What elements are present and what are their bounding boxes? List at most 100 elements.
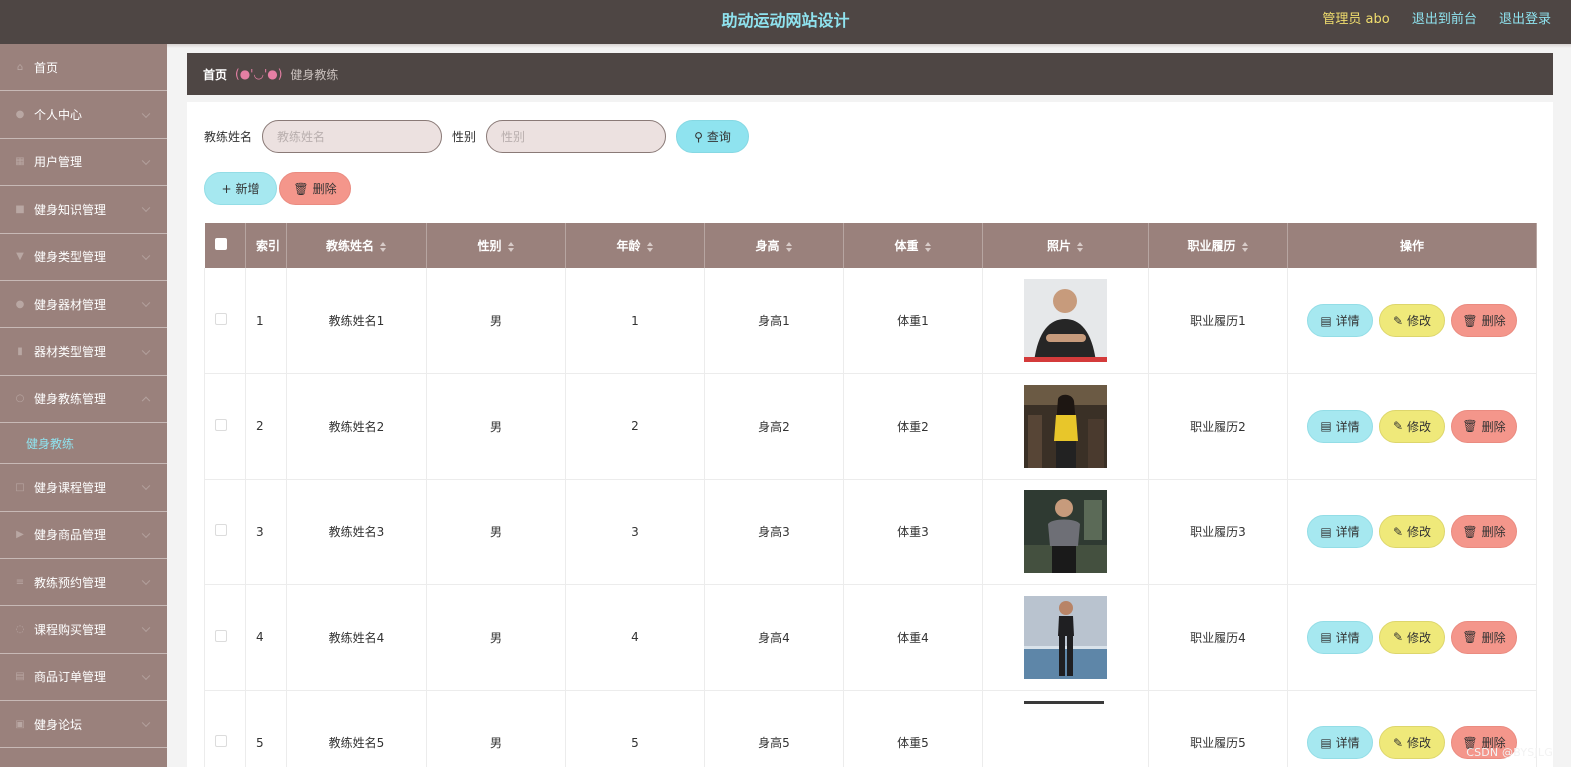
cell-career: 职业履历4 [1148, 584, 1288, 691]
header-index: 索引 [245, 223, 287, 268]
sidebar-item-home[interactable]: ⌂ 首页 [0, 44, 167, 92]
query-button[interactable]: ⚲ 查询 [676, 120, 750, 153]
row-checkbox[interactable] [215, 418, 227, 431]
header-gender[interactable]: 性别 [426, 223, 566, 268]
document-icon: ▤ [1320, 524, 1332, 539]
select-all-cell [204, 223, 246, 268]
row-checkbox[interactable] [215, 629, 227, 642]
header-weight[interactable]: 体重 [843, 223, 983, 268]
header-career[interactable]: 职业履历 [1148, 223, 1288, 268]
row-checkbox[interactable] [215, 524, 227, 537]
coach-photo[interactable] [1024, 384, 1107, 468]
row-checkbox[interactable] [215, 735, 227, 748]
header-height[interactable]: 身高 [704, 223, 844, 268]
sidebar-item-profile[interactable]: ● 个人中心 [0, 91, 167, 139]
cell-career: 职业履历3 [1148, 479, 1288, 585]
logout-link[interactable]: 退出登录 [1499, 12, 1551, 27]
select-all-checkbox[interactable] [214, 238, 227, 250]
chevron-down-icon [141, 529, 151, 538]
sidebar-item-label: 商品订单管理 [34, 670, 107, 685]
sort-icon[interactable] [646, 241, 654, 252]
back-to-front-link[interactable]: 退出到前台 [1412, 12, 1477, 27]
name-label: 教练姓名 [204, 130, 253, 144]
trash-icon: 🗑 [293, 181, 309, 196]
sort-icon[interactable] [785, 241, 793, 252]
detail-button[interactable]: ▤ 详情 [1307, 304, 1373, 337]
cell-age: 1 [565, 268, 705, 374]
gender-input[interactable] [486, 120, 667, 153]
coach-photo[interactable] [1024, 595, 1107, 679]
sidebar-item-coaches[interactable]: ○ 健身教练管理 [0, 376, 167, 424]
row-select-cell [204, 479, 246, 585]
sidebar-subitem-coach[interactable]: 健身教练 [0, 423, 167, 465]
header-photo[interactable]: 照片 [982, 223, 1149, 268]
query-button-label: 查询 [706, 130, 731, 144]
delete-button[interactable]: 🗑 删除 [1451, 304, 1517, 337]
sidebar-item-products[interactable]: ▶ 健身商品管理 [0, 512, 167, 559]
sort-icon[interactable] [507, 241, 515, 252]
sidebar-item-forum[interactable]: ▣ 健身论坛 [0, 701, 167, 749]
detail-button[interactable]: ▤ 详情 [1307, 620, 1373, 654]
pencil-icon: ✎ [1392, 735, 1404, 750]
cell-gender: 男 [426, 268, 566, 374]
watermark: CSDN @BYSJLG [1466, 746, 1553, 759]
add-button[interactable]: + 新增 [204, 172, 277, 205]
chevron-down-icon [141, 109, 151, 118]
edit-button[interactable]: ✎ 修改 [1379, 409, 1445, 443]
delete-button[interactable]: 🗑 删除 [1451, 515, 1517, 549]
edit-button[interactable]: ✎ 修改 [1379, 515, 1445, 549]
sidebar-item-courses[interactable]: □ 健身课程管理 [0, 464, 167, 512]
header-age[interactable]: 年龄 [565, 223, 705, 268]
sort-icon[interactable] [380, 241, 387, 252]
cell-weight: 体重4 [843, 584, 983, 691]
sidebar-item-label: 教练预约管理 [34, 575, 107, 590]
detail-button[interactable]: ▤ 详情 [1307, 515, 1373, 549]
sidebar-item-equipment[interactable]: ● 健身器材管理 [0, 281, 167, 329]
sidebar-item-fitness-types[interactable]: ▼ 健身类型管理 [0, 234, 167, 281]
cell-name: 教练姓名3 [286, 479, 427, 585]
batch-delete-button[interactable]: 🗑 删除 [279, 172, 351, 205]
row-select-cell [204, 584, 246, 691]
row-checkbox[interactable] [215, 313, 227, 325]
breadcrumb-home[interactable]: 首页 [203, 66, 227, 83]
edit-button[interactable]: ✎ 修改 [1379, 726, 1445, 760]
detail-button[interactable]: ▤ 详情 [1307, 726, 1373, 760]
edit-button[interactable]: ✎ 修改 [1379, 304, 1445, 337]
sidebar-item-course-purchases[interactable]: ◌ 课程购买管理 [0, 606, 167, 654]
cell-actions: ▤ 详情 ✎ 修改 🗑 删除 [1287, 584, 1537, 691]
cell-age: 3 [565, 479, 705, 585]
coach-photo[interactable] [1024, 701, 1107, 767]
cell-weight: 体重5 [843, 690, 983, 767]
cell-name: 教练姓名2 [286, 373, 427, 480]
sort-icon[interactable] [1241, 241, 1249, 252]
edit-button[interactable]: ✎ 修改 [1379, 620, 1445, 654]
chevron-down-icon [141, 298, 151, 308]
cell-index: 1 [245, 268, 287, 374]
sidebar-item-users[interactable]: ▦ 用户管理 [0, 139, 167, 187]
coach-name-input[interactable] [262, 120, 443, 153]
coach-photo[interactable] [1024, 279, 1107, 362]
cell-gender: 男 [426, 690, 566, 767]
table-row: 1 教练姓名1 男 1 身高1 体重1 职业履历1 ▤ 详情 ✎ 修改 🗑 删除 [204, 268, 1537, 374]
cell-career: 职业履历2 [1148, 373, 1288, 480]
coach-photo[interactable] [1024, 490, 1107, 574]
detail-button[interactable]: ▤ 详情 [1307, 409, 1373, 443]
gender-label: 性别 [452, 130, 477, 144]
sidebar-item-equipment-types[interactable]: ▮ 器材类型管理 [0, 328, 167, 376]
sidebar-item-orders[interactable]: ▤ 商品订单管理 [0, 654, 167, 702]
header-name[interactable]: 教练姓名 [286, 223, 427, 268]
cup-icon: ▼ [16, 251, 24, 263]
sort-icon[interactable] [924, 241, 932, 252]
delete-button[interactable]: 🗑 删除 [1451, 620, 1517, 654]
row-select-cell [204, 373, 246, 480]
sidebar-item-knowledge[interactable]: ■ 健身知识管理 [0, 186, 167, 234]
delete-button[interactable]: 🗑 删除 [1451, 409, 1517, 443]
document-icon: ▤ [1320, 419, 1332, 434]
cell-weight: 体重3 [843, 479, 983, 585]
plus-icon: + [221, 181, 232, 196]
chevron-down-icon [141, 203, 151, 213]
user-icon: ● [15, 109, 25, 121]
sort-icon[interactable] [1077, 241, 1084, 252]
top-bar-shadow [0, 44, 1571, 48]
sidebar-item-reservations[interactable]: ≡ 教练预约管理 [0, 559, 167, 607]
